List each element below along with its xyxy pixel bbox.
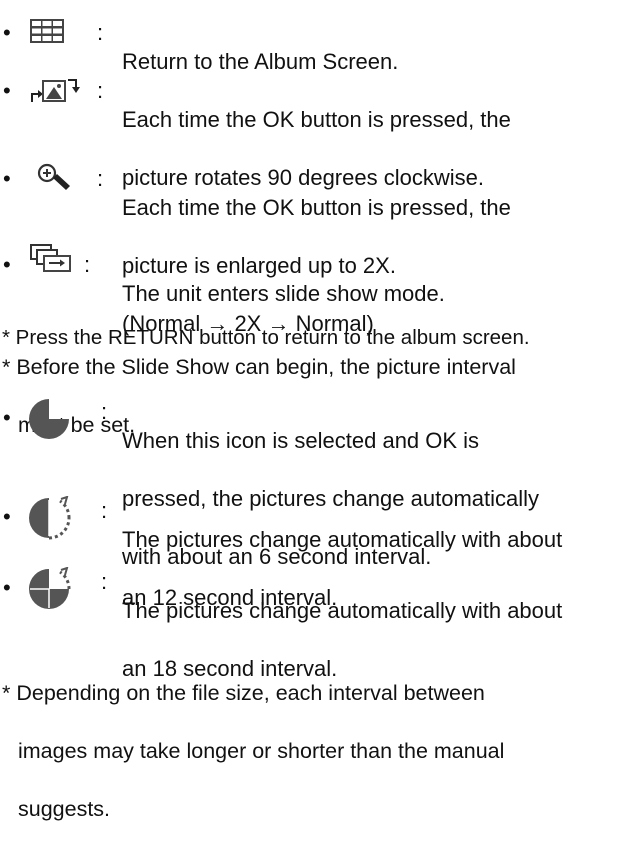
colon: : — [97, 20, 104, 45]
zoom-in-icon — [36, 162, 76, 201]
interval-12s-icon — [27, 495, 73, 547]
colon: : — [97, 166, 104, 191]
colon: : — [101, 569, 108, 594]
colon: : — [84, 252, 91, 277]
bullet: • — [3, 20, 11, 45]
colon: : — [101, 399, 108, 424]
bullet: • — [3, 405, 11, 430]
colon: : — [97, 78, 104, 103]
album-grid-icon — [30, 19, 64, 50]
bullet: • — [3, 252, 11, 277]
bullet: • — [3, 78, 11, 103]
slideshow-icon — [30, 244, 74, 281]
colon: : — [101, 498, 108, 523]
rotate-picture-icon — [30, 72, 82, 113]
interval-6s-icon — [27, 397, 71, 448]
bullet: • — [3, 504, 11, 529]
interval-18s-icon — [27, 566, 73, 618]
bullet: • — [3, 575, 11, 600]
footer-note: * Depending on the file size, each inter… — [2, 681, 505, 821]
bullet: • — [3, 166, 11, 191]
